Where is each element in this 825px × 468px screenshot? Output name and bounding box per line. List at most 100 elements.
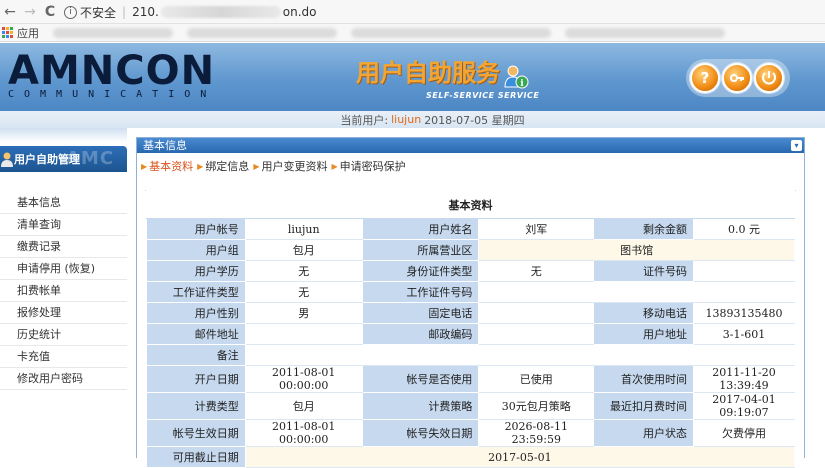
back-icon[interactable]: ← — [0, 2, 20, 22]
tab-label: 绑定信息 — [205, 160, 250, 173]
url-redacted — [160, 6, 281, 18]
current-user-name: liujun — [391, 113, 422, 126]
table-title-row: 基本资料 — [146, 190, 795, 219]
bookmarks-apps-label[interactable]: 应用 — [17, 25, 39, 41]
field-label: 计费策略 — [361, 392, 480, 420]
field-value: liujun — [244, 218, 363, 240]
sidebar-item-deduction-bill[interactable]: 扣费帐单 — [0, 280, 127, 302]
bookmark-redacted — [565, 27, 725, 38]
field-value: 图书馆 — [478, 239, 795, 261]
table-row: 计费类型 包月 计费策略 30元包月策略 最近扣月费时间 2017-04-01 09:19… — [146, 392, 796, 420]
field-value: 0.0 元 — [692, 218, 796, 240]
service-title: 用户自助服务 — [356, 59, 500, 87]
help-button[interactable]: ? — [690, 63, 720, 93]
field-value: 包月 — [244, 392, 363, 420]
field-label: 用户组 — [146, 239, 246, 261]
table-row: 用户帐号 liujun 用户姓名 刘军 剩余金额 0.0 元 — [146, 218, 796, 240]
tab-user-changes[interactable]: ▶ 用户变更资料 — [253, 158, 327, 174]
bookmark-redacted — [53, 27, 173, 38]
field-value: 无 — [478, 260, 595, 282]
field-value: 包月 — [244, 239, 363, 261]
service-subtitle: SELF-SERVICE SERVICE — [426, 91, 540, 100]
company-logo: AMNCON — [8, 48, 216, 94]
field-label: 备注 — [146, 344, 246, 366]
url-separator: | — [122, 5, 127, 19]
arrow-icon: ▶ — [197, 161, 204, 171]
apps-icon[interactable] — [2, 27, 13, 38]
password-button[interactable] — [722, 63, 752, 93]
table-row: 邮件地址 邮政编码 用户地址 3-1-601 — [146, 323, 796, 345]
field-label: 所属营业区 — [361, 239, 480, 261]
url-start: 210. — [132, 5, 159, 19]
field-value — [244, 344, 796, 366]
field-label: 帐号生效日期 — [146, 419, 246, 447]
field-label: 计费类型 — [146, 392, 246, 420]
sidebar-item-bill-query[interactable]: 清单查询 — [0, 214, 127, 236]
field-value: 已使用 — [478, 365, 595, 393]
browser-toolbar: ← → C i 不安全 | 210. on.do — [0, 0, 825, 24]
bookmarks-bar: 应用 — [0, 24, 825, 42]
field-value: 2011-08-01 00:00:00 — [244, 365, 363, 393]
table-row: 工作证件类型无工作证件号码 — [146, 281, 795, 303]
url-end: on.do — [282, 5, 317, 19]
field-label: 工作证件类型 — [146, 281, 246, 303]
field-value: 男 — [244, 302, 363, 324]
basic-info-table: 基本资料 用户帐号 liujun 用户姓名 刘军 剩余金额 0.0 元用户组 包月 所属营业区… — [146, 190, 796, 468]
sidebar: 用户自助管理 AMC 基本信息 清单查询 缴费记录 申请停用 (恢复) 扣费帐单… — [0, 128, 127, 458]
current-user-prefix: 当前用户: — [340, 113, 389, 127]
field-label: 固定电话 — [361, 302, 480, 324]
field-label: 邮政编码 — [361, 323, 480, 345]
field-label: 证件号码 — [593, 260, 694, 282]
security-label: 不安全 — [80, 5, 117, 20]
arrow-icon: ▶ — [141, 161, 148, 171]
field-value — [478, 323, 595, 345]
info-icon[interactable]: i — [64, 5, 77, 19]
tab-basic-info[interactable]: ▶ 基本资料 — [141, 158, 193, 174]
field-label: 帐号是否使用 — [361, 365, 480, 393]
current-date: 2018-07-05 星期四 — [424, 113, 525, 127]
field-label: 用户帐号 — [146, 218, 246, 240]
field-label: 移动电话 — [593, 302, 694, 324]
sidebar-header: 用户自助管理 AMC — [0, 146, 127, 172]
field-label: 开户日期 — [146, 365, 246, 393]
sidebar-top — [0, 128, 127, 142]
collapse-icon[interactable]: ▾ — [791, 140, 802, 151]
field-value — [244, 323, 363, 345]
table-row: 帐号生效日期 2011-08-01 00:00:00 帐号失效日期 2026-08-1… — [146, 419, 796, 447]
field-value: 无 — [244, 260, 363, 282]
table-row: 用户性别男固定电话 移动电话 13893135480 — [146, 302, 796, 324]
field-value — [478, 302, 595, 324]
header-banner: AMNCON COMMUNICATION 用户自助服务 i SELF-SERVI… — [0, 43, 825, 111]
key-icon — [730, 74, 744, 82]
table-title: 基本资料 — [146, 190, 795, 219]
sidebar-item-history[interactable]: 历史统计 — [0, 324, 127, 346]
tab-password-protection[interactable]: ▶ 申请密码保护 — [331, 158, 405, 174]
bookmark-redacted — [351, 27, 551, 38]
sidebar-item-payment-records[interactable]: 缴费记录 — [0, 236, 127, 258]
logout-button[interactable] — [754, 63, 784, 93]
field-label: 最近扣月费时间 — [593, 392, 694, 420]
arrow-icon: ▶ — [253, 161, 260, 171]
field-value: 2017-05-01 — [244, 446, 796, 468]
field-value: 13893135480 — [692, 302, 796, 324]
reload-icon[interactable]: C — [40, 2, 60, 22]
sidebar-item-repair[interactable]: 报修处理 — [0, 302, 127, 324]
field-value: 2011-11-20 13:39:49 — [692, 365, 796, 393]
sidebar-item-change-password[interactable]: 修改用户密码 — [0, 368, 127, 390]
field-value — [478, 281, 795, 303]
panel-title: 基本信息 — [143, 139, 187, 152]
tab-binding-info[interactable]: ▶ 绑定信息 — [197, 158, 249, 174]
table-row: 开户日期 2011-08-01 00:00:00 帐号是否使用 已使用 首次使用时间 20… — [146, 365, 796, 393]
forward-icon[interactable]: → — [20, 2, 40, 22]
field-label: 剩余金额 — [593, 218, 694, 240]
sidebar-item-card-recharge[interactable]: 卡充值 — [0, 346, 127, 368]
field-value: 2026-08-11 23:59:59 — [478, 419, 595, 447]
table-row: 用户学历无身份证件类型无证件号码 — [146, 260, 796, 282]
field-value: 刘军 — [478, 218, 595, 240]
tab-bar: ▶ 基本资料 ▶ 绑定信息 ▶ 用户变更资料 ▶ 申请密码保护 — [141, 158, 410, 174]
address-bar[interactable]: i 不安全 | 210. on.do — [64, 3, 424, 21]
field-label: 邮件地址 — [146, 323, 246, 345]
sidebar-item-suspend[interactable]: 申请停用 (恢复) — [0, 258, 127, 280]
sidebar-item-basic-info[interactable]: 基本信息 — [0, 192, 127, 214]
person-info-icon: i — [504, 65, 529, 89]
